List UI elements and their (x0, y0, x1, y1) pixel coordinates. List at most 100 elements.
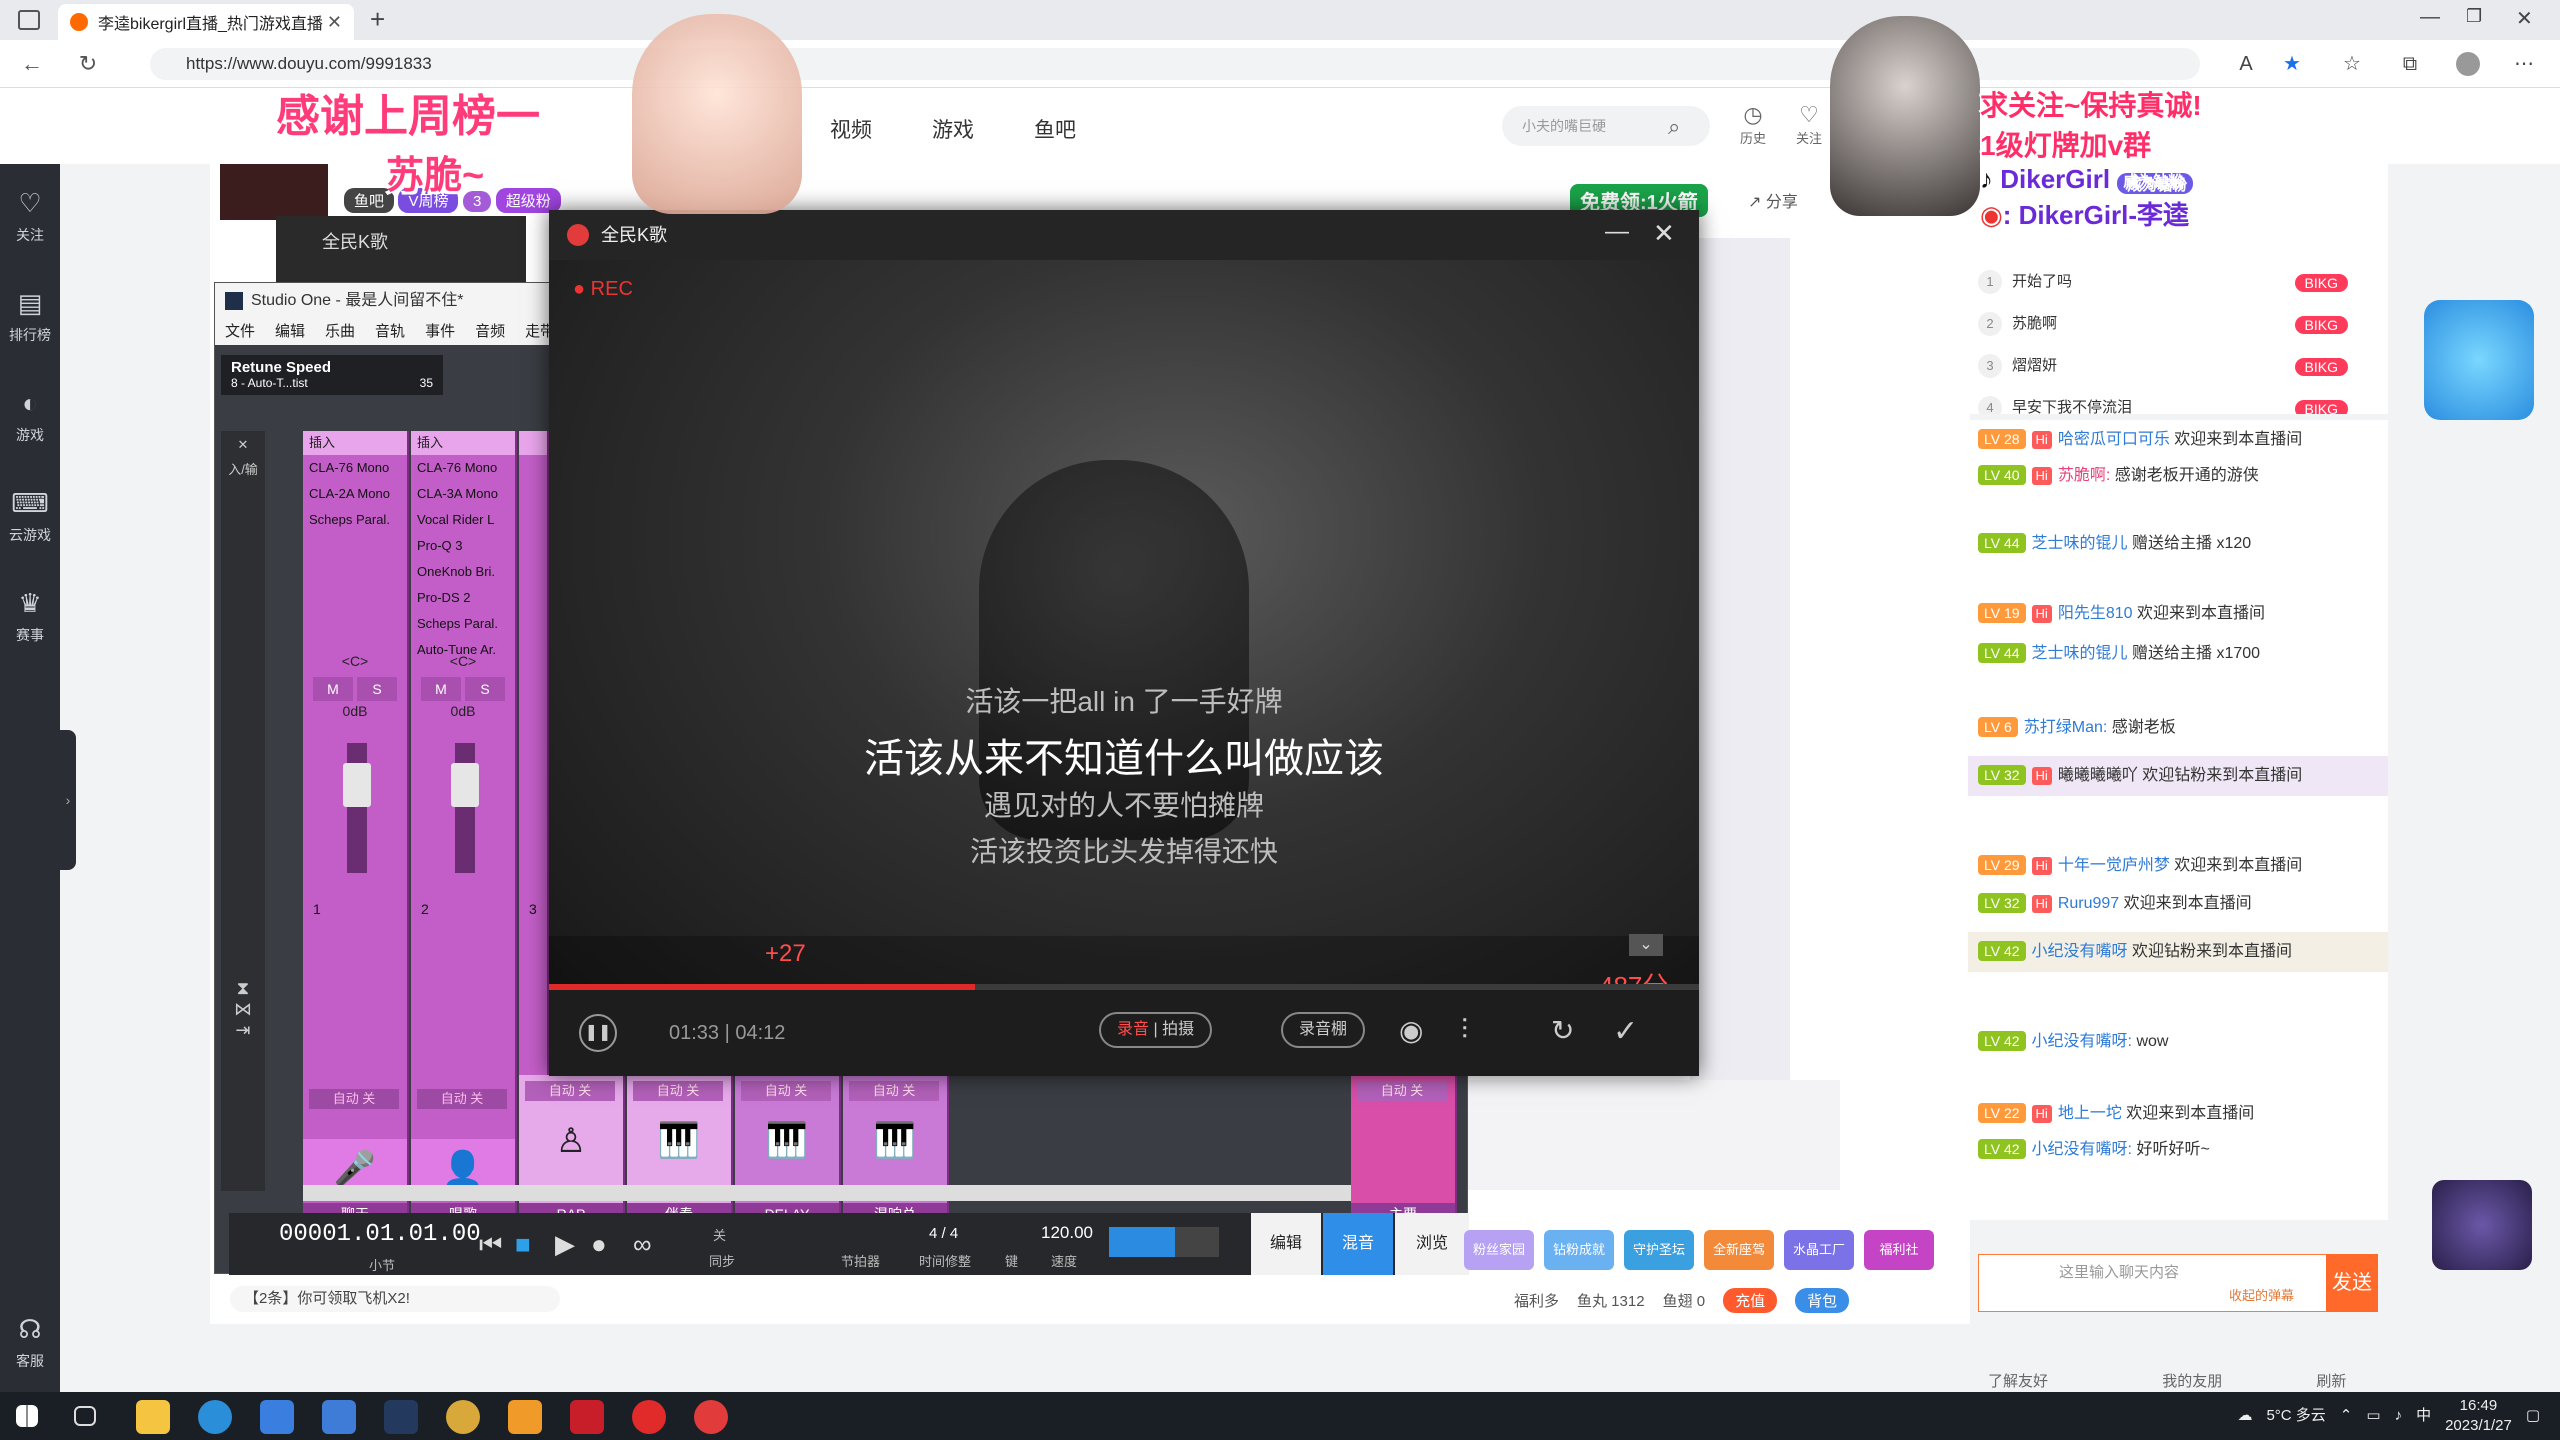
nav-video[interactable]: 视频 (830, 114, 872, 144)
store-icon[interactable] (322, 1400, 356, 1434)
chat-username[interactable]: 小纪没有嘴呀: (2032, 1033, 2132, 1050)
insert-slot[interactable]: Pro-Q 3 (411, 533, 515, 559)
sidebar-item-follow[interactable]: ♡ 关注 (0, 178, 60, 268)
my-friends-link[interactable]: 我的友朋 (2162, 1373, 2222, 1390)
chat-message[interactable]: LV 44 芝士味的锟儿 赠送给主播 x120 (1978, 530, 2378, 558)
close-icon[interactable]: ✕ (1653, 218, 1675, 249)
insert-slot[interactable]: CLA-76 Mono (303, 455, 407, 481)
input-output-label[interactable]: 入/输 (221, 459, 265, 478)
automation-off[interactable]: 自动 关 (1357, 1081, 1447, 1101)
chat-message[interactable]: LV 32 Hi Ruru997 欢迎来到本直播间 (1978, 890, 2378, 918)
notification-icon[interactable]: ▢ (2526, 1406, 2540, 1426)
sidebar-item-support[interactable]: ☊ 客服 (0, 1304, 60, 1394)
friend-link[interactable]: 了解友好 (1988, 1373, 2048, 1390)
battle-badge-icon[interactable] (2432, 1180, 2532, 1270)
menu-audio[interactable]: 音频 (475, 323, 505, 340)
event-badge-icon[interactable] (2424, 300, 2534, 420)
read-aloud-icon[interactable]: A (2234, 52, 2258, 76)
timecode[interactable]: 00001.01.01.00 (279, 1221, 481, 1248)
record-shoot-toggle[interactable]: 录音 | 拍摄 (1099, 1012, 1213, 1048)
favorites-icon[interactable]: ☆ (2340, 52, 2364, 76)
activity-diamond-fan[interactable]: 钻粉成就 (1544, 1230, 1614, 1270)
menu-file[interactable]: 文件 (225, 323, 255, 340)
chat-message[interactable]: LV 40 Hi 苏脆啊: 感谢老板开通的游侠 (1978, 462, 2378, 490)
chat-username[interactable]: 小纪没有嘴呀 (2032, 943, 2128, 960)
chat-username[interactable]: Ruru997 (2058, 895, 2119, 912)
automation-off[interactable]: 自动 关 (741, 1081, 831, 1101)
sidebar-item-rank[interactable]: ▤ 排行榜 (0, 278, 60, 368)
history-link[interactable]: ◷ 历史 (1740, 102, 1766, 147)
fader-handle[interactable] (451, 763, 479, 807)
studio-button[interactable]: 录音棚 (1281, 1012, 1366, 1048)
automation-off[interactable]: 自动 关 (633, 1081, 723, 1101)
chat-username[interactable]: 哈密瓜可口可乐 (2058, 431, 2170, 448)
follow-link[interactable]: ♡ 关注 (1796, 102, 1822, 147)
tool-icon[interactable]: ⧗ (221, 978, 265, 999)
minimize-icon[interactable]: — (1605, 218, 1629, 246)
pan-label[interactable]: <C> (303, 653, 407, 669)
maximize-icon[interactable]: ❐ (2466, 6, 2482, 27)
solo-button[interactable]: S (465, 677, 505, 701)
automation-off[interactable]: 自动 关 (309, 1089, 399, 1109)
rank-row[interactable]: 4 早安下我不停流泪 BIKG (1978, 396, 2378, 414)
tab-edit[interactable]: 编辑 (1251, 1213, 1321, 1275)
collections-icon[interactable]: ⧉ (2398, 52, 2422, 76)
mute-button[interactable]: M (421, 677, 461, 701)
chat-username[interactable]: 曦曦曦曦吖 (2058, 767, 2138, 784)
plugin-parameter-box[interactable]: Retune Speed 8 - Auto-T...tist 35 (221, 355, 443, 395)
insert-slot[interactable]: Scheps Paral. (411, 611, 515, 637)
search-icon[interactable]: ⌕ (1668, 114, 1680, 140)
weather-text[interactable]: 5°C 多云 (2266, 1406, 2325, 1426)
chat-message-highlight[interactable]: LV 32 Hi 曦曦曦曦吖 欢迎钻粉来到本直播间 (1968, 756, 2388, 796)
chat-message[interactable]: LV 28 Hi 哈密瓜可口可乐 欢迎来到本直播间 (1978, 426, 2378, 454)
insert-slot[interactable]: Scheps Paral. (303, 507, 407, 533)
chat-username[interactable]: 阳先生810 (2058, 605, 2133, 622)
close-icon[interactable]: ✕ (221, 437, 265, 453)
nav-fishbar[interactable]: 鱼吧 (1034, 114, 1076, 144)
insert-slot[interactable]: OneKnob Bri. (411, 559, 515, 585)
window-menu-icon[interactable] (18, 10, 40, 30)
chat-username[interactable]: 苏打绿Man: (2024, 719, 2108, 736)
ime-indicator[interactable]: 中 (2416, 1406, 2431, 1426)
chat-message[interactable]: LV 44 芝士味的锟儿 赠送给主播 x1700 (1978, 640, 2378, 668)
chat-message-highlight[interactable]: LV 42 小纪没有嘴呀 欢迎钻粉来到本直播间 (1968, 932, 2388, 972)
mixer-scrollbar[interactable] (303, 1185, 1351, 1201)
time-signature[interactable]: 4 / 4 (929, 1225, 958, 1242)
loop-icon[interactable]: ∞ (633, 1229, 652, 1260)
favorite-star-icon[interactable]: ★ (2280, 52, 2304, 76)
shoot-mode[interactable]: 拍摄 (1162, 1021, 1194, 1038)
insert-slot[interactable]: CLA-76 Mono (411, 455, 515, 481)
menu-event[interactable]: 事件 (425, 323, 455, 340)
equalizer-icon[interactable]: ⫶ (1461, 1014, 1468, 1047)
chat-message[interactable]: LV 22 Hi 地上一坨 欢迎来到本直播间 (1978, 1100, 2378, 1128)
insert-slot[interactable]: Pro-DS 2 (411, 585, 515, 611)
insert-header[interactable] (519, 431, 547, 455)
chat-message[interactable]: LV 42 小纪没有嘴呀: 好听好听~ (1978, 1136, 2378, 1164)
more-menu-icon[interactable]: ⋯ (2512, 52, 2536, 76)
insert-header[interactable]: 插入 (303, 431, 407, 455)
profile-avatar[interactable] (2456, 52, 2480, 76)
tempo-value[interactable]: 120.00 (1041, 1223, 1093, 1243)
sidebar-item-events[interactable]: ♛ 赛事 (0, 578, 60, 668)
welfare-link[interactable]: 福利多 (1514, 1290, 1559, 1311)
activity-crystal[interactable]: 水晶工厂 (1784, 1230, 1854, 1270)
minimize-icon[interactable]: — (2420, 6, 2440, 29)
chat-username[interactable]: 地上一坨 (2058, 1105, 2122, 1122)
insert-slot[interactable]: CLA-2A Mono (303, 481, 407, 507)
automation-off[interactable]: 自动 关 (525, 1081, 615, 1101)
tune-icon[interactable]: ◉ (1399, 1014, 1423, 1047)
file-explorer-icon[interactable] (136, 1400, 170, 1434)
chat-username[interactable]: 十年一觉庐州梦 (2058, 857, 2170, 874)
insert-slot[interactable]: Vocal Rider L (411, 507, 515, 533)
rank-row[interactable]: 1 开始了吗 BIKG (1978, 270, 2378, 308)
sidebar-expand-handle[interactable]: › (60, 730, 76, 870)
network-icon[interactable]: ▭ (2366, 1406, 2380, 1426)
chat-username[interactable]: 小纪没有嘴呀: (2032, 1141, 2132, 1158)
bag-button[interactable]: 背包 (1795, 1288, 1850, 1313)
share-button[interactable]: ↗ 分享 (1748, 188, 1798, 212)
play-icon[interactable]: ▶ (555, 1229, 575, 1260)
recharge-button[interactable]: 充值 (1723, 1288, 1778, 1313)
sidebar-item-games[interactable]: ◐ 游戏 (0, 378, 60, 468)
activity-welfare[interactable]: 福利社 (1864, 1230, 1934, 1270)
chat-username[interactable]: 苏脆啊: (2058, 467, 2110, 484)
